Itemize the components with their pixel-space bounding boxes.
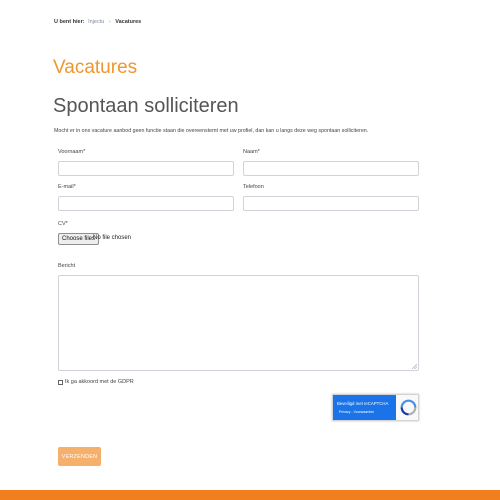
breadcrumb-current: Vacatures (115, 19, 142, 25)
gdpr-label: Ik ga akkoord met de GDPR (65, 379, 134, 385)
cv-label: CV* (58, 221, 68, 227)
breadcrumb: U bent hier: Injectu › Vacatures (54, 19, 141, 25)
breadcrumb-lead: U bent hier: (54, 19, 85, 25)
bericht-textarea[interactable] (58, 275, 419, 371)
recaptcha-panel: Beveiligd met reCAPTCHA Privacy - Voorwa… (333, 395, 396, 420)
gdpr-checkbox[interactable] (58, 379, 63, 385)
voornaam-label: Voornaam* (58, 149, 86, 155)
naam-input[interactable] (243, 161, 419, 176)
email-label: E-mail* (58, 184, 76, 190)
recaptcha-privacy-link[interactable]: Privacy (339, 410, 350, 414)
footer-bar (0, 490, 500, 500)
recaptcha-title: Beveiligd met reCAPTCHA (337, 401, 389, 406)
page-subtitle: Spontaan solliciteren (53, 95, 239, 117)
recaptcha-terms-link[interactable]: Voorwaarden (354, 410, 375, 414)
email-input[interactable] (58, 196, 234, 211)
breadcrumb-home-link[interactable]: Injectu (88, 19, 104, 25)
bericht-label: Bericht (58, 263, 76, 269)
file-status: No file chosen (93, 235, 132, 241)
recaptcha-links: Privacy - Voorwaarden (339, 410, 374, 414)
telefoon-input[interactable] (243, 196, 419, 211)
resize-handle-icon[interactable] (412, 364, 417, 369)
page-title: Vacatures (53, 57, 138, 78)
recaptcha-widget[interactable]: Beveiligd met reCAPTCHA Privacy - Voorwa… (332, 394, 419, 421)
recaptcha-logo-icon (400, 399, 417, 416)
gdpr-consent: Ik ga akkoord met de GDPR (58, 379, 134, 385)
verzenden-button[interactable]: VERZENDEN (58, 447, 101, 466)
naam-label: Naam* (243, 149, 260, 155)
voornaam-input[interactable] (58, 161, 234, 176)
telefoon-label: Telefoon (243, 184, 264, 190)
breadcrumb-separator: › (108, 19, 111, 25)
intro-text: Mocht er in ons vacature aanbod geen fun… (54, 128, 369, 134)
